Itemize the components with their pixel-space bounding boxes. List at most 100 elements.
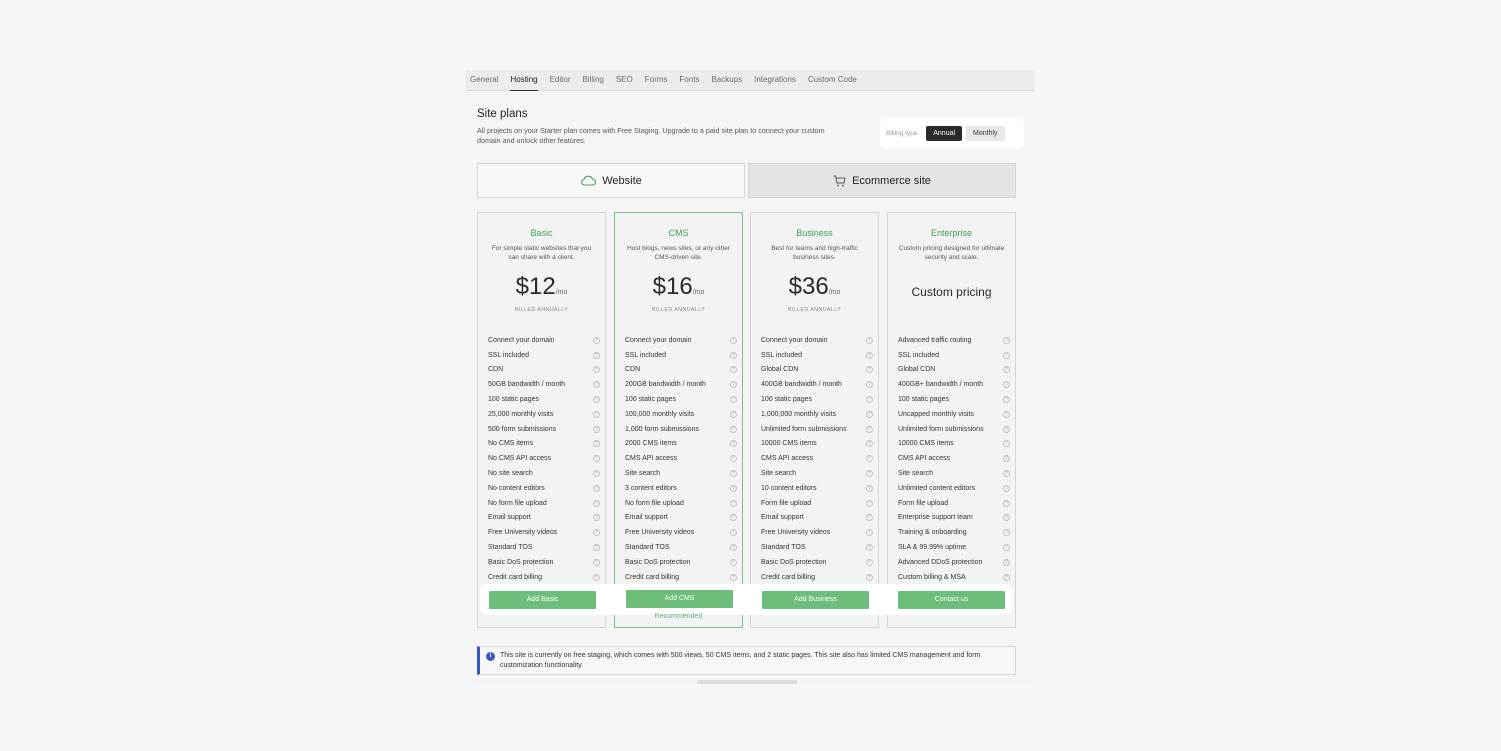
plan-type-website-tab[interactable]: Website: [477, 163, 745, 198]
tab-backups[interactable]: Backups: [711, 70, 742, 91]
help-icon[interactable]: ?: [866, 573, 873, 581]
help-icon[interactable]: ?: [866, 558, 873, 566]
add-basic-button[interactable]: Add Basic: [489, 591, 596, 609]
feature-label: Enterprise support team: [898, 514, 973, 522]
tab-custom-code[interactable]: Custom Code: [808, 70, 857, 91]
help-icon[interactable]: ?: [1003, 499, 1010, 507]
help-icon[interactable]: ?: [593, 336, 600, 344]
help-icon[interactable]: ?: [1003, 529, 1010, 537]
help-icon[interactable]: ?: [866, 336, 873, 344]
tab-editor[interactable]: Editor: [550, 70, 571, 91]
help-icon[interactable]: ?: [866, 484, 873, 492]
help-icon[interactable]: ?: [866, 366, 873, 374]
help-icon[interactable]: ?: [866, 470, 873, 478]
feature-label: 10000 CMS items: [898, 440, 954, 448]
help-icon[interactable]: ?: [866, 440, 873, 448]
help-icon[interactable]: ?: [593, 514, 600, 522]
page-title: Site plans: [477, 108, 528, 120]
tab-seo[interactable]: SEO: [616, 70, 633, 91]
help-icon[interactable]: ?: [1003, 470, 1010, 478]
billed-annually-label: BILLED ANNUALLY: [651, 307, 706, 313]
help-icon[interactable]: ?: [866, 544, 873, 552]
help-icon[interactable]: ?: [730, 484, 737, 492]
help-icon[interactable]: ?: [866, 351, 873, 359]
help-icon[interactable]: ?: [1003, 573, 1010, 581]
help-icon[interactable]: ?: [866, 455, 873, 463]
help-icon[interactable]: ?: [730, 529, 737, 537]
feature-label: Advanced DDoS protection: [898, 558, 983, 566]
contact-us-button[interactable]: Contact us: [898, 591, 1005, 609]
help-icon[interactable]: ?: [593, 425, 600, 433]
help-icon[interactable]: ?: [593, 351, 600, 359]
help-icon[interactable]: ?: [730, 499, 737, 507]
help-icon[interactable]: ?: [593, 499, 600, 507]
tab-hosting[interactable]: Hosting: [510, 70, 538, 91]
billing-annual-button[interactable]: Annual: [926, 126, 963, 141]
help-icon[interactable]: ?: [593, 529, 600, 537]
help-icon[interactable]: ?: [593, 440, 600, 448]
feature-label: Custom billing & MSA: [898, 573, 966, 581]
feature-label: Unlimited form submissions: [898, 425, 984, 433]
help-icon[interactable]: ?: [866, 529, 873, 537]
add-cms-button[interactable]: Add CMS: [626, 590, 733, 608]
plan-name: Basic: [530, 228, 553, 238]
help-icon[interactable]: ?: [866, 499, 873, 507]
help-icon[interactable]: ?: [1003, 410, 1010, 418]
help-icon[interactable]: ?: [593, 381, 600, 389]
feature-label: Email support: [625, 514, 668, 522]
help-icon[interactable]: ?: [866, 425, 873, 433]
help-icon[interactable]: ?: [730, 396, 737, 404]
help-icon[interactable]: ?: [593, 396, 600, 404]
help-icon[interactable]: ?: [1003, 514, 1010, 522]
help-icon[interactable]: ?: [730, 366, 737, 374]
help-icon[interactable]: ?: [1003, 544, 1010, 552]
help-icon[interactable]: ?: [730, 381, 737, 389]
tab-billing[interactable]: Billing: [583, 70, 604, 91]
help-icon[interactable]: ?: [866, 396, 873, 404]
help-icon[interactable]: ?: [730, 514, 737, 522]
help-icon[interactable]: ?: [1003, 484, 1010, 492]
help-icon[interactable]: ?: [730, 336, 737, 344]
feature-label: Global CDN: [898, 366, 936, 374]
help-icon[interactable]: ?: [730, 544, 737, 552]
help-icon[interactable]: ?: [730, 558, 737, 566]
tab-integrations[interactable]: Integrations: [754, 70, 796, 91]
help-icon[interactable]: ?: [593, 366, 600, 374]
plan-type-ecommerce-tab[interactable]: Ecommerce site: [748, 163, 1016, 198]
tab-forms[interactable]: Forms: [645, 70, 668, 91]
help-icon[interactable]: ?: [593, 470, 600, 478]
feature-item: Basic DoS protection?: [761, 555, 873, 570]
help-icon[interactable]: ?: [593, 484, 600, 492]
help-icon[interactable]: ?: [1003, 351, 1010, 359]
help-icon[interactable]: ?: [730, 470, 737, 478]
help-icon[interactable]: ?: [866, 514, 873, 522]
help-icon[interactable]: ?: [730, 351, 737, 359]
add-business-button[interactable]: Add Business: [762, 591, 869, 609]
help-icon[interactable]: ?: [866, 381, 873, 389]
help-icon[interactable]: ?: [1003, 558, 1010, 566]
help-icon[interactable]: ?: [593, 455, 600, 463]
help-icon[interactable]: ?: [1003, 336, 1010, 344]
help-icon[interactable]: ?: [730, 573, 737, 581]
help-icon[interactable]: ?: [593, 544, 600, 552]
tab-fonts[interactable]: Fonts: [679, 70, 699, 91]
help-icon[interactable]: ?: [593, 573, 600, 581]
help-icon[interactable]: ?: [1003, 381, 1010, 389]
feature-label: Credit card billing: [625, 573, 680, 581]
help-icon[interactable]: ?: [593, 558, 600, 566]
billing-monthly-button[interactable]: Monthly: [966, 126, 1005, 141]
help-icon[interactable]: ?: [1003, 396, 1010, 404]
help-icon[interactable]: ?: [1003, 455, 1010, 463]
help-icon[interactable]: ?: [730, 425, 737, 433]
help-icon[interactable]: ?: [866, 410, 873, 418]
help-icon[interactable]: ?: [1003, 425, 1010, 433]
tab-general[interactable]: General: [470, 70, 498, 91]
help-icon[interactable]: ?: [593, 410, 600, 418]
help-icon[interactable]: ?: [1003, 440, 1010, 448]
help-icon[interactable]: ?: [730, 455, 737, 463]
help-icon[interactable]: ?: [1003, 366, 1010, 374]
help-icon[interactable]: ?: [730, 440, 737, 448]
feature-item: 100,000 monthly visits?: [625, 407, 737, 422]
feature-item: Credit card billing?: [625, 570, 737, 585]
help-icon[interactable]: ?: [730, 410, 737, 418]
